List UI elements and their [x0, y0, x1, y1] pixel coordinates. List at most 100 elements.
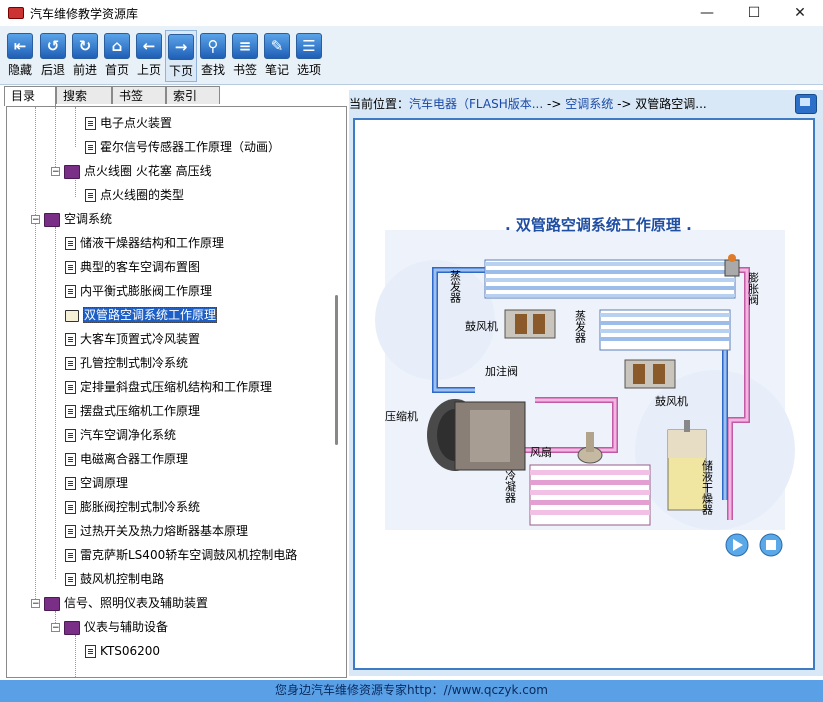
evaporator-top: [484, 259, 736, 299]
label-compressor: 压缩机: [385, 409, 418, 423]
document-icon: [65, 237, 76, 250]
label-blower-2: 鼓风机: [655, 394, 688, 408]
tree-item-bus-roof-cooler[interactable]: 大客车顶置式冷风装置: [65, 329, 200, 349]
tree-item-magnetic-clutch[interactable]: 电磁离合器工作原理: [65, 449, 188, 469]
prev-page-icon: ←: [136, 33, 162, 59]
tree-item-signal-lighting[interactable]: − 信号、照明仪表及辅助装置: [31, 593, 208, 613]
tree-item-kts06200[interactable]: KTS06200: [85, 641, 160, 661]
breadcrumb-current: 双管路空调...: [635, 97, 707, 111]
contents-tree[interactable]: 电子点火装置 霍尔信号传感器工作原理（动画） − 点火线圈 火花塞 高压线 点火线…: [6, 106, 347, 678]
document-icon: [85, 645, 96, 658]
hide-icon: ⇤: [7, 33, 33, 59]
document-icon: [65, 285, 76, 298]
title-bar: 汽车维修教学资源库 — ☐ ✕: [0, 0, 823, 26]
forward-button[interactable]: ↻ 前进: [69, 30, 101, 82]
close-button[interactable]: ✕: [777, 0, 823, 26]
blower-1: [504, 309, 556, 339]
tab-search[interactable]: 搜索: [56, 86, 112, 104]
ac-diagram: . 双管路空调系统工作原理 . 蒸发器 蒸发器 鼓风机 鼓风机 膨胀阀 加注阀 …: [355, 120, 813, 668]
label-evaporator-2: 蒸发器: [574, 310, 587, 344]
next-page-button[interactable]: → 下页: [165, 30, 197, 82]
breadcrumb-link-electrical[interactable]: 汽车电器（FLASH版本...: [409, 97, 543, 111]
options-icon: ☰: [296, 33, 322, 59]
minimize-button[interactable]: —: [684, 0, 730, 26]
label-fan: 风扇: [530, 445, 552, 459]
label-condenser: 冷凝器: [504, 470, 517, 504]
condenser: [529, 464, 651, 526]
document-icon: [65, 429, 76, 442]
collapse-icon[interactable]: −: [31, 599, 40, 609]
fullscreen-icon[interactable]: [795, 94, 817, 114]
tree-item-ac-principle[interactable]: 空调原理: [65, 473, 128, 493]
nav-tabs: 目录 搜索 书签 索引: [0, 86, 345, 106]
tree-scrollbar[interactable]: [329, 107, 345, 677]
tree-item-ls400-blower[interactable]: 雷克萨斯LS400轿车空调鼓风机控制电路: [65, 545, 297, 565]
compressor: [427, 399, 526, 471]
content-panel: 当前位置：汽车电器（FLASH版本... -> 空调系统 -> 双管路空调...…: [349, 90, 823, 676]
collapse-icon[interactable]: −: [31, 215, 40, 225]
document-icon: [65, 477, 76, 490]
tree-item-swash-plate-compressor[interactable]: 定排量斜盘式压缩机结构和工作原理: [65, 377, 272, 397]
tree-item-instruments[interactable]: − 仪表与辅助设备: [51, 617, 168, 637]
tree-item-expansion-valve-system[interactable]: 膨胀阀控制式制冷系统: [65, 497, 200, 517]
tree-item-hall-sensor[interactable]: 霍尔信号传感器工作原理（动画）: [85, 137, 280, 157]
options-button[interactable]: ☰ 选项: [293, 30, 325, 82]
document-icon: [65, 381, 76, 394]
search-button[interactable]: ⚲ 查找: [197, 30, 229, 82]
tree-line: [55, 227, 56, 579]
label-evaporator-1: 蒸发器: [449, 270, 462, 304]
notes-button[interactable]: ✎ 笔记: [261, 30, 293, 82]
breadcrumb-link-ac[interactable]: 空调系统: [565, 97, 613, 111]
scrollbar-thumb[interactable]: [335, 295, 338, 445]
tree-item-expansion-valve-internal[interactable]: 内平衡式膨胀阀工作原理: [65, 281, 212, 301]
tree-item-coil-types[interactable]: 点火线圈的类型: [85, 185, 184, 205]
tab-index[interactable]: 索引: [166, 86, 220, 104]
tab-contents[interactable]: 目录: [4, 86, 56, 106]
book-icon: [44, 596, 60, 611]
document-icon: [85, 189, 96, 202]
tree-item-receiver-dryer[interactable]: 储液干燥器结构和工作原理: [65, 233, 224, 253]
document-icon: [65, 549, 76, 562]
window-title: 汽车维修教学资源库: [30, 7, 139, 21]
home-button[interactable]: ⌂ 首页: [101, 30, 133, 82]
minimize-icon: —: [700, 5, 714, 21]
tree-item-bus-ac-layout[interactable]: 典型的客车空调布置图: [65, 257, 200, 277]
open-book-icon: [65, 309, 79, 322]
tree-item-ac-system[interactable]: − 空调系统: [31, 209, 112, 229]
tree-line: [35, 107, 36, 603]
document-icon: [65, 573, 76, 586]
blower-2: [624, 359, 676, 389]
document-icon: [65, 525, 76, 538]
tree-item-overheat-switch[interactable]: 过热开关及热力熔断器基本原理: [65, 521, 248, 541]
play-button: [725, 533, 749, 557]
tree-item-wobble-plate-compressor[interactable]: 摆盘式压缩机工作原理: [65, 401, 200, 421]
tree-item-e-ignition[interactable]: 电子点火装置: [85, 113, 172, 133]
breadcrumb: 当前位置：汽车电器（FLASH版本... -> 空调系统 -> 双管路空调...: [349, 97, 707, 111]
collapse-icon[interactable]: −: [51, 167, 60, 177]
toolbar: ⇤ 隐藏 ↺ 后退 ↻ 前进 ⌂ 首页 ← 上页 → 下页 ⚲ 查找 ≡ 书签 …: [0, 26, 823, 85]
prev-page-button[interactable]: ← 上页: [133, 30, 165, 82]
document-icon: [65, 501, 76, 514]
maximize-button[interactable]: ☐: [731, 0, 777, 26]
collapse-icon[interactable]: −: [51, 623, 60, 633]
next-page-icon: →: [168, 34, 194, 60]
label-expansion-valve: 膨胀阀: [747, 271, 760, 306]
label-receiver-dryer: 储液干燥器: [701, 459, 714, 516]
tree-item-blower-circuit[interactable]: 鼓风机控制电路: [65, 569, 164, 589]
tree-item-dual-ac-selected[interactable]: 双管路空调系统工作原理: [65, 305, 218, 325]
document-icon: [65, 453, 76, 466]
back-button[interactable]: ↺ 后退: [37, 30, 69, 82]
home-icon: ⌂: [104, 33, 130, 59]
bookmark-button[interactable]: ≡ 书签: [229, 30, 261, 82]
close-icon: ✕: [794, 5, 806, 21]
document-icon: [65, 333, 76, 346]
flash-viewer[interactable]: . 双管路空调系统工作原理 . 蒸发器 蒸发器 鼓风机 鼓风机 膨胀阀 加注阀 …: [353, 118, 815, 670]
maximize-icon: ☐: [747, 5, 761, 21]
tab-bookmarks[interactable]: 书签: [112, 86, 166, 104]
evaporator-mid: [599, 309, 731, 351]
tree-item-orifice-tube[interactable]: 孔管控制式制冷系统: [65, 353, 188, 373]
hide-button[interactable]: ⇤ 隐藏: [4, 30, 36, 82]
book-icon: [64, 164, 80, 179]
tree-item-ac-purification[interactable]: 汽车空调净化系统: [65, 425, 176, 445]
tree-item-ignition-coil[interactable]: − 点火线圈 火花塞 高压线: [51, 161, 212, 181]
